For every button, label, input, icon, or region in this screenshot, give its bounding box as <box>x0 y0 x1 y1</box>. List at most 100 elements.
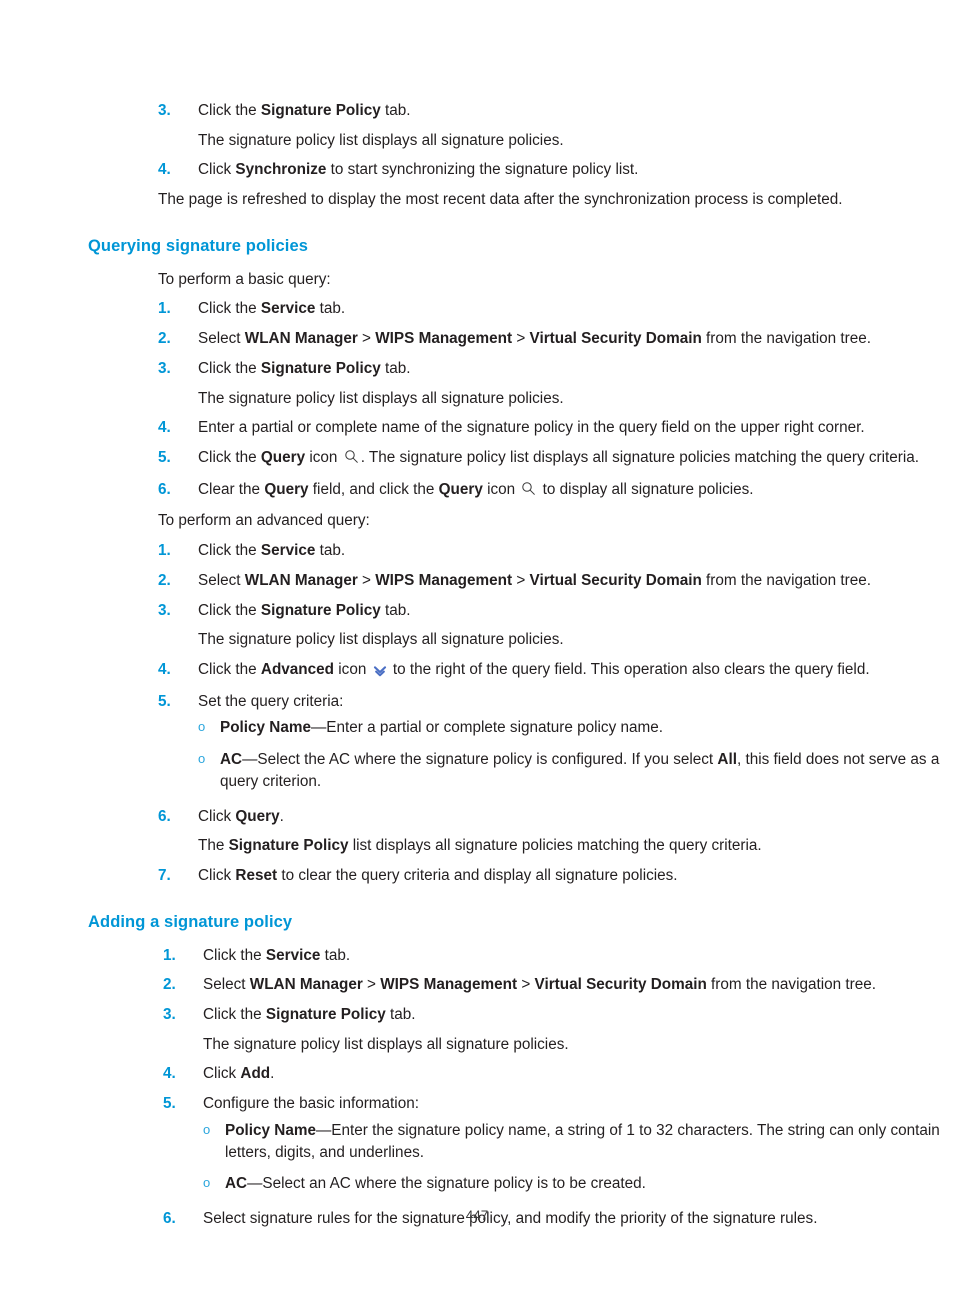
step-number: 7. <box>158 867 171 885</box>
document-page: 3. Click the Signature Policy tab. The s… <box>0 0 954 1296</box>
nav-path-3: Virtual Security Domain <box>529 330 702 348</box>
field-label: AC <box>220 751 243 769</box>
step-text-bold: Service <box>260 542 316 560</box>
step-number: 5. <box>158 448 171 466</box>
step-text-post: tab. <box>380 601 411 619</box>
nav-sep-2: > <box>512 571 530 589</box>
step-number: 5. <box>163 1095 176 1113</box>
step-text-pre: Click the <box>198 448 261 466</box>
step-text-bold: Reset <box>235 867 278 885</box>
field-description: —Select an AC where the signature policy… <box>247 1175 646 1193</box>
add-policy-step-list: 1. Click the Service tab. 2. Select WLAN… <box>0 941 954 1030</box>
step-text-bold: Signature Policy <box>265 1006 386 1023</box>
step-number: 4. <box>158 661 171 679</box>
query-label-2: Query <box>438 480 483 498</box>
closing-paragraph: The page is refreshed to display the mos… <box>158 191 843 209</box>
top-step-list: 3. Click the Signature Policy tab. <box>0 96 954 126</box>
nav-path-1: WLAN Manager <box>249 976 363 994</box>
step-text-post: to start synchronizing the signature pol… <box>326 161 639 179</box>
step-number: 4. <box>158 161 171 179</box>
step-text-pre: Select <box>198 330 245 348</box>
option-all: All <box>717 751 737 769</box>
step-text-bold: Advanced <box>260 661 335 679</box>
step-text-bold: Signature Policy <box>260 102 381 119</box>
step-text-post: to display all signature policies. <box>538 480 754 498</box>
query-criteria-sublist: o Policy Name—Enter a partial or complet… <box>198 712 954 797</box>
step-text-pre: Click the <box>198 661 261 679</box>
list-item: 7. Click Reset to clear the query criter… <box>0 861 954 891</box>
step-text: Enter a partial or complete name of the … <box>198 419 865 437</box>
list-item: 5. Click the Query icon . The signature … <box>0 443 954 475</box>
list-item: 4. Enter a partial or complete name of t… <box>0 413 954 443</box>
list-item: 1. Click the Service tab. <box>0 941 954 971</box>
step-result-text: The signature policy list displays all s… <box>203 1035 569 1053</box>
step-text-post: to clear the query criteria and display … <box>277 867 678 885</box>
step-text-post: . <box>279 807 284 825</box>
step-text-pre: Click the <box>198 542 261 560</box>
list-item: 4. Click Add. <box>0 1059 954 1089</box>
list-item: 4. Click the Advanced icon to the right … <box>0 655 954 687</box>
nav-sep-2: > <box>517 976 535 994</box>
step-result-text: The signature policy list displays all s… <box>198 131 564 149</box>
list-item: 3. Click the Signature Policy tab. <box>0 354 954 384</box>
basic-information-sublist: o Policy Name—Enter the signature policy… <box>203 1115 954 1200</box>
step-text-pre: Click the <box>198 601 261 619</box>
step-text-pre: Select <box>198 571 245 589</box>
list-item: o AC—Select an AC where the signature po… <box>203 1168 954 1200</box>
section-heading-querying: Querying signature policies <box>88 236 309 255</box>
nav-path-2: WIPS Management <box>375 571 513 589</box>
step-text-mid-1: field, and click the <box>308 480 439 498</box>
list-item: 2. Select WLAN Manager > WIPS Management… <box>0 324 954 354</box>
step-text: Set the query criteria: <box>198 692 344 710</box>
list-item: o AC—Select the AC where the signature p… <box>198 744 954 797</box>
step-number: 1. <box>158 300 171 318</box>
nav-path-1: WLAN Manager <box>244 571 358 589</box>
basic-query-step-list-2: 4. Enter a partial or complete name of t… <box>0 413 954 506</box>
step-text-pre: Click <box>198 161 236 179</box>
step-text-pre: Click <box>198 807 236 825</box>
step-text-pre: Click the <box>198 102 261 119</box>
step-text-pre: Clear the <box>198 480 265 498</box>
step-text-mid: icon <box>305 448 342 466</box>
nav-sep-1: > <box>357 571 376 589</box>
list-item: 6. Click Query. <box>0 802 954 832</box>
nav-path-1: WLAN Manager <box>244 330 358 348</box>
step-number: 3. <box>163 1006 176 1023</box>
step-number: 1. <box>163 946 176 964</box>
step-text-post: . <box>270 1065 275 1083</box>
list-item: 3. Click the Signature Policy tab. <box>0 596 954 626</box>
nav-path-3: Virtual Security Domain <box>534 976 707 994</box>
step-text-bold: Synchronize <box>235 161 327 179</box>
step-text-bold: Query <box>235 807 280 825</box>
step-text-post: from the navigation tree. <box>701 330 872 348</box>
step-text-bold: Query <box>260 448 306 466</box>
bullet-marker-icon: o <box>203 1121 211 1137</box>
step-result-text: The signature policy list displays all s… <box>198 631 564 649</box>
list-item: 2. Select WLAN Manager > WIPS Management… <box>0 566 954 596</box>
step-text-pre: Click <box>198 867 236 885</box>
list-item: 5. Set the query criteria: o Policy Name… <box>0 687 954 802</box>
step-text-bold: Service <box>260 300 316 318</box>
search-icon <box>344 449 359 471</box>
step-number: 4. <box>163 1065 176 1083</box>
step-text-mid-2: icon <box>482 480 520 498</box>
step-text-mid: icon <box>334 661 371 679</box>
step-number: 3. <box>158 359 171 377</box>
step-text-pre: Click the <box>203 1006 266 1023</box>
field-label: Policy Name <box>225 1121 316 1139</box>
step-text-post: from the navigation tree. <box>701 571 872 589</box>
advanced-query-step-list-2: 4. Click the Advanced icon to the right … <box>0 655 954 831</box>
step-number: 2. <box>158 571 171 589</box>
query-label-1: Query <box>264 480 309 498</box>
nav-sep-1: > <box>357 330 376 348</box>
page-number: 447 <box>465 1208 489 1223</box>
advanced-query-step-list-3: 7. Click Reset to clear the query criter… <box>0 861 954 891</box>
step-text-pre: Click the <box>203 946 266 964</box>
basic-query-intro: To perform a basic query: <box>158 270 331 288</box>
step-number: 6. <box>158 807 171 825</box>
step-text-post: tab. <box>380 102 411 119</box>
step-number: 5. <box>158 692 171 710</box>
nav-sep-1: > <box>362 976 381 994</box>
step-text-bold: Signature Policy <box>260 601 381 619</box>
field-description: —Enter a partial or complete signature p… <box>310 719 663 737</box>
